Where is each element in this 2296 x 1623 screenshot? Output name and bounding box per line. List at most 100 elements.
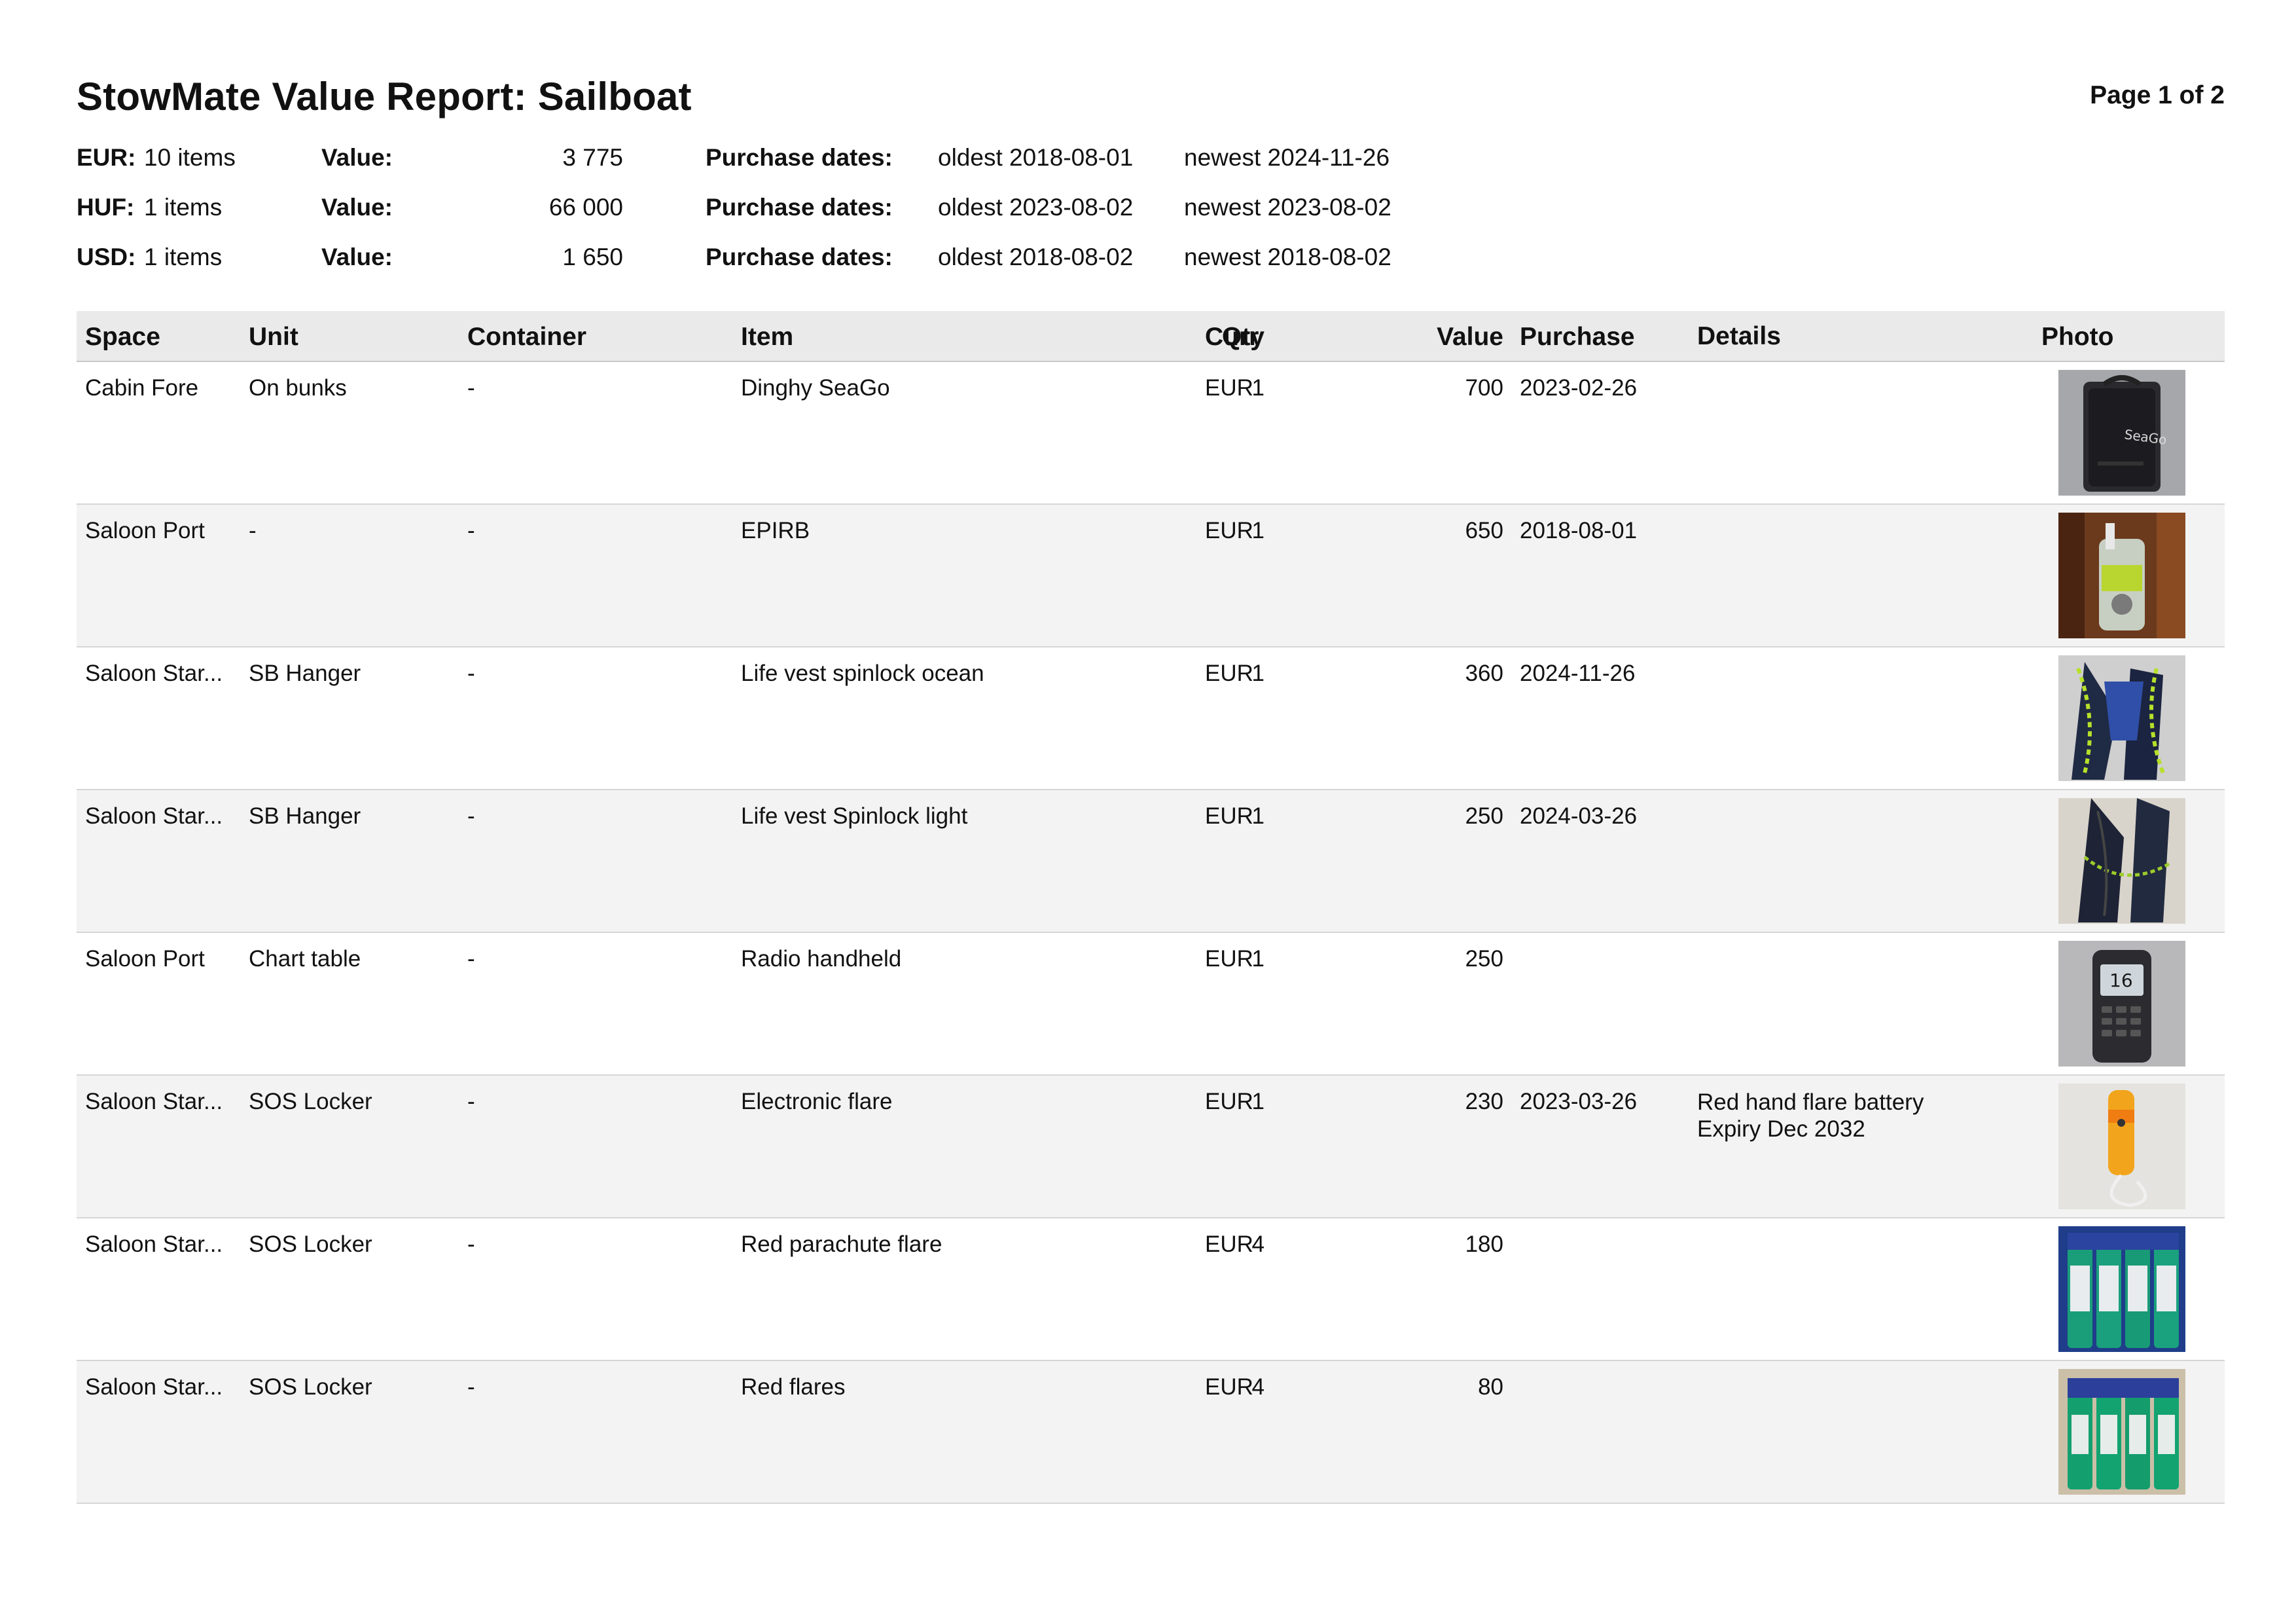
summary-oldest-date: oldest 2018-08-02: [938, 244, 1134, 270]
summary-row-eur: EUR: 10 items Value: 3 775 Purchase date…: [77, 144, 1516, 194]
cell-currency: EUR: [1205, 375, 1253, 401]
cell-purchase-date: 2018-08-01: [1520, 518, 1638, 543]
report-page: StowMate Value Report: Sailboat Page 1 o…: [77, 0, 2225, 1623]
column-header-photo: Photo: [2041, 323, 2114, 351]
cell-currency: EUR: [1205, 1089, 1253, 1114]
cell-value: 250: [1465, 946, 1503, 972]
cell-value: 360: [1465, 661, 1503, 686]
table-row: Cabin Fore On bunks - Dinghy SeaGo 1 EUR…: [77, 362, 2225, 505]
column-header-details: Details: [1697, 322, 1781, 350]
summary-dates-label: Purchase dates:: [706, 144, 893, 171]
cell-space: Saloon Port: [85, 946, 205, 972]
column-header-space: Space: [85, 323, 160, 351]
red-flares-photo[interactable]: [2058, 1369, 2185, 1495]
electronic-flare-photo[interactable]: [2058, 1084, 2185, 1209]
cell-item: Life vest spinlock ocean: [741, 661, 984, 686]
cell-value: 230: [1465, 1089, 1503, 1114]
cell-container: -: [467, 803, 475, 829]
cell-container: -: [467, 375, 475, 401]
cell-currency: EUR: [1205, 661, 1253, 686]
cell-purchase-date: 2024-03-26: [1520, 803, 1638, 829]
cell-space: Saloon Star...: [85, 1231, 223, 1257]
cell-item: Electronic flare: [741, 1089, 893, 1114]
summary-row-huf: HUF: 1 items Value: 66 000 Purchase date…: [77, 194, 1516, 244]
cell-unit: Chart table: [249, 946, 361, 972]
cell-item: Red flares: [741, 1374, 846, 1400]
epirb-photo[interactable]: [2058, 513, 2185, 638]
dinghy-bag-photo[interactable]: SeaGo: [2058, 370, 2185, 496]
column-header-value: Value: [1437, 323, 1503, 351]
summary-currency: USD:: [77, 244, 136, 270]
table-row: Saloon Star... SB Hanger - Life vest Spi…: [77, 790, 2225, 933]
cell-item: Dinghy SeaGo: [741, 375, 890, 401]
page-number: Page 1 of 2: [2090, 81, 2225, 109]
cell-currency: EUR: [1205, 518, 1253, 543]
table-row: Saloon Star... SOS Locker - Red flares 4…: [77, 1361, 2225, 1504]
summary-newest-date: newest 2023-08-02: [1184, 194, 1391, 221]
cell-item: EPIRB: [741, 518, 810, 543]
cell-value: 650: [1465, 518, 1503, 543]
summary-item-count: 1 items: [144, 194, 223, 221]
cell-currency: EUR: [1205, 946, 1253, 972]
cell-value: 700: [1465, 375, 1503, 401]
summary-row-usd: USD: 1 items Value: 1 650 Purchase dates…: [77, 244, 1516, 293]
parachute-flares-photo[interactable]: [2058, 1226, 2185, 1352]
cell-value: 180: [1465, 1231, 1503, 1257]
cell-container: -: [467, 661, 475, 686]
cell-space: Cabin Fore: [85, 375, 199, 401]
table-row: Saloon Star... SOS Locker - Red parachut…: [77, 1218, 2225, 1361]
column-header-unit: Unit: [249, 323, 298, 351]
summary-value-label: Value:: [321, 144, 393, 171]
summary-dates-label: Purchase dates:: [706, 244, 893, 270]
currency-summary: EUR: 10 items Value: 3 775 Purchase date…: [77, 144, 1516, 293]
cell-space: Saloon Star...: [85, 1374, 223, 1400]
cell-value: 80: [1478, 1374, 1503, 1400]
column-header-curr: Curr: [1205, 323, 1259, 351]
summary-item-count: 1 items: [144, 244, 223, 270]
cell-details: Red hand flare battery Expiry Dec 2032: [1697, 1089, 1924, 1142]
summary-value: 1 650: [562, 244, 623, 270]
column-header-item: Item: [741, 323, 794, 351]
table-row: Saloon Star... SB Hanger - Life vest spi…: [77, 647, 2225, 790]
cell-purchase-date: 2024-11-26: [1520, 661, 1636, 686]
summary-newest-date: newest 2024-11-26: [1184, 144, 1390, 171]
cell-item: Radio handheld: [741, 946, 902, 972]
cell-container: -: [467, 1089, 475, 1114]
cell-unit: SOS Locker: [249, 1374, 372, 1400]
cell-space: Saloon Star...: [85, 661, 223, 686]
summary-newest-date: newest 2018-08-02: [1184, 244, 1391, 270]
cell-unit: SB Hanger: [249, 803, 361, 829]
cell-unit: On bunks: [249, 375, 347, 401]
cell-item: Life vest Spinlock light: [741, 803, 968, 829]
column-header-purchase: Purchase: [1520, 323, 1635, 351]
cell-container: -: [467, 1374, 475, 1400]
summary-dates-label: Purchase dates:: [706, 194, 893, 221]
cell-unit: SOS Locker: [249, 1231, 372, 1257]
summary-item-count: 10 items: [144, 144, 236, 171]
column-header-container: Container: [467, 323, 587, 351]
cell-space: Saloon Star...: [85, 1089, 223, 1114]
life-vest-light-photo[interactable]: [2058, 798, 2185, 924]
cell-currency: EUR: [1205, 1231, 1253, 1257]
cell-currency: EUR: [1205, 803, 1253, 829]
summary-oldest-date: oldest 2018-08-01: [938, 144, 1134, 171]
summary-value-label: Value:: [321, 244, 393, 270]
cell-currency: EUR: [1205, 1374, 1253, 1400]
cell-container: -: [467, 1231, 475, 1257]
summary-value: 3 775: [562, 144, 623, 171]
cell-container: -: [467, 946, 475, 972]
life-vest-photo[interactable]: [2058, 655, 2185, 781]
cell-value: 250: [1465, 803, 1503, 829]
table-row: Saloon Star... SOS Locker - Electronic f…: [77, 1076, 2225, 1218]
inventory-table: Space Unit Container Item Qty Curr Value…: [77, 311, 2225, 1504]
summary-value-label: Value:: [321, 194, 393, 221]
radio-handheld-photo[interactable]: 16: [2058, 941, 2185, 1067]
summary-oldest-date: oldest 2023-08-02: [938, 194, 1134, 221]
cell-space: Saloon Star...: [85, 803, 223, 829]
summary-value: 66 000: [548, 194, 623, 221]
summary-currency: HUF:: [77, 194, 135, 221]
table-row: Saloon Port - - EPIRB 1 EUR 650 2018-08-…: [77, 505, 2225, 647]
cell-purchase-date: 2023-03-26: [1520, 1089, 1638, 1114]
cell-unit: SOS Locker: [249, 1089, 372, 1114]
report-title: StowMate Value Report: Sailboat: [77, 75, 692, 119]
